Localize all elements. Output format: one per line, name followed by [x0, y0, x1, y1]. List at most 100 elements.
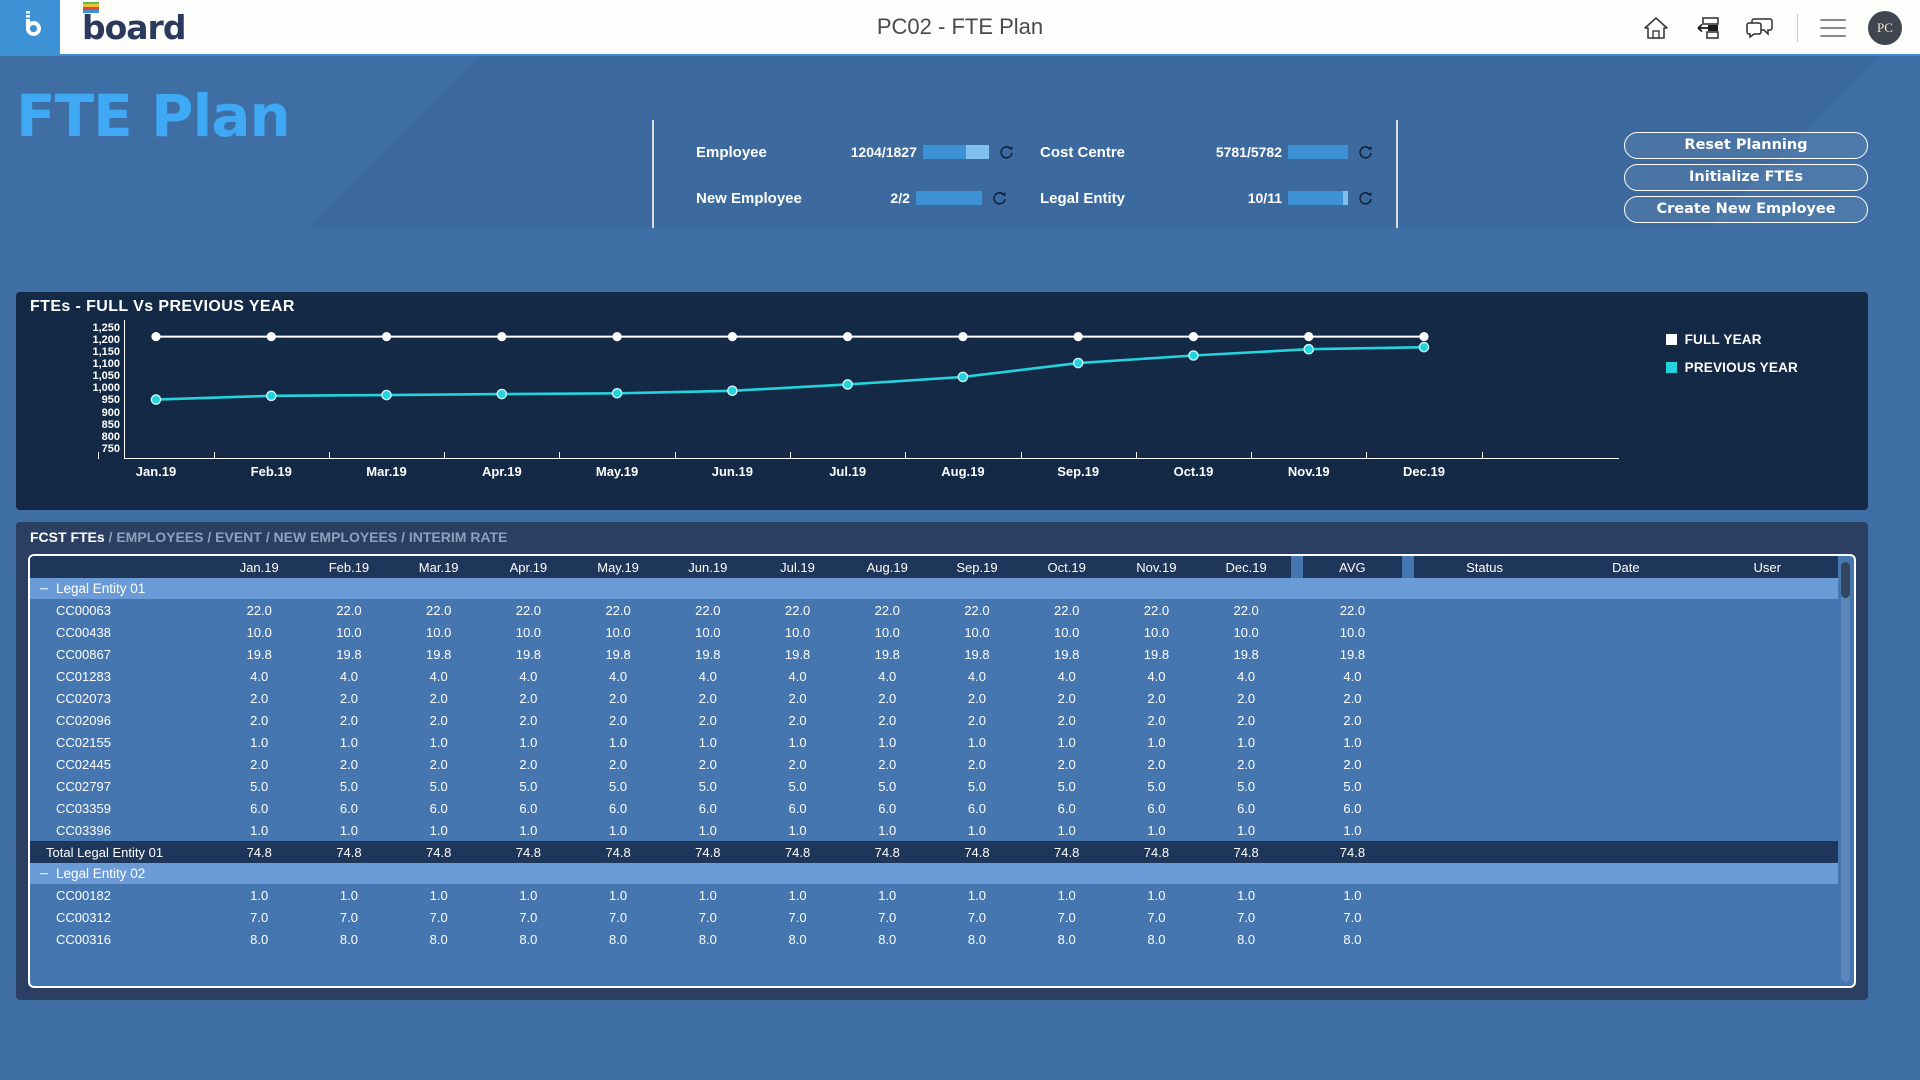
table-row[interactable]: CC00867 19.8 19.8 19.8 19.8 19.8 19.8 19.8 19.8 1…	[30, 643, 1838, 665]
cell-month-value[interactable]: 22.0	[752, 599, 843, 621]
chart-data-point[interactable]	[612, 332, 622, 342]
cell-month-value[interactable]: 8.0	[662, 928, 753, 950]
chart-data-point[interactable]	[266, 332, 276, 342]
cell-month-value[interactable]: 2.0	[573, 753, 663, 775]
table-row[interactable]: CC00316 8.0 8.0 8.0 8.0 8.0 8.0 8.0 8.0 8.0 8.0 8.0…	[30, 928, 1838, 950]
cell-month-value[interactable]: 2.0	[1201, 709, 1291, 731]
cell-month-value[interactable]: 1.0	[214, 884, 305, 906]
column-header-month[interactable]: Sep.19	[932, 556, 1022, 578]
cell-month-value[interactable]: 4.0	[304, 665, 394, 687]
cell-month-value[interactable]: 1.0	[304, 884, 394, 906]
cell-month-value[interactable]: 2.0	[214, 709, 305, 731]
cell-month-value[interactable]: 1.0	[393, 884, 484, 906]
cell-month-value[interactable]: 19.8	[1111, 643, 1202, 665]
cell-month-value[interactable]: 1.0	[752, 884, 843, 906]
cell-month-value[interactable]: 2.0	[1021, 709, 1112, 731]
create-new-employee-button[interactable]: Create New Employee	[1624, 196, 1868, 223]
column-header-month[interactable]: Oct.19	[1021, 556, 1112, 578]
table-row[interactable]: CC03359 6.0 6.0 6.0 6.0 6.0 6.0 6.0 6.0 6.0 6.0 6.0…	[30, 797, 1838, 819]
cell-month-value[interactable]: 5.0	[1111, 775, 1202, 797]
chart-data-point[interactable]	[957, 371, 969, 383]
chart-data-point[interactable]	[497, 332, 507, 342]
column-header-avg[interactable]: AVG	[1303, 556, 1402, 578]
column-header-month[interactable]: Jun.19	[662, 556, 753, 578]
cell-month-value[interactable]: 5.0	[1021, 775, 1112, 797]
cell-month-value[interactable]: 1.0	[1111, 819, 1202, 841]
chart-data-point[interactable]	[1303, 343, 1315, 355]
selector-employee[interactable]: Employee 1204/1827	[696, 138, 1015, 166]
cell-month-value[interactable]: 6.0	[752, 797, 843, 819]
cell-month-value[interactable]: 4.0	[1111, 665, 1202, 687]
cell-month-value[interactable]: 19.8	[573, 643, 663, 665]
cell-month-value[interactable]: 1.0	[1021, 731, 1112, 753]
app-logo-tile[interactable]	[0, 0, 60, 55]
chart-data-point[interactable]	[843, 332, 853, 342]
cell-month-value[interactable]: 4.0	[1021, 665, 1112, 687]
cell-month-value[interactable]: 5.0	[932, 775, 1022, 797]
cell-month-value[interactable]: 10.0	[1201, 621, 1291, 643]
cell-month-value[interactable]: 1.0	[662, 884, 753, 906]
cell-month-value[interactable]: 1.0	[752, 819, 843, 841]
cell-month-value[interactable]: 2.0	[662, 709, 753, 731]
cell-month-value[interactable]: 4.0	[483, 665, 574, 687]
cell-month-value[interactable]: 19.8	[662, 643, 753, 665]
cell-month-value[interactable]: 22.0	[662, 599, 753, 621]
cell-month-value[interactable]: 7.0	[393, 906, 484, 928]
chart-data-point[interactable]	[1188, 332, 1199, 342]
cell-month-value[interactable]: 10.0	[1021, 621, 1112, 643]
cell-month-value[interactable]: 2.0	[393, 709, 484, 731]
chart-data-point[interactable]	[265, 390, 277, 402]
data-grid[interactable]: Jan.19 Feb.19 Mar.19 Apr.19 May.19 Jun.19 Jul.…	[28, 554, 1856, 988]
cell-month-value[interactable]: 2.0	[932, 753, 1022, 775]
cell-month-value[interactable]: 2.0	[573, 687, 663, 709]
cell-month-value[interactable]: 2.0	[1111, 709, 1202, 731]
collapse-icon[interactable]	[40, 587, 48, 590]
cell-month-value[interactable]: 2.0	[662, 687, 753, 709]
chart-data-point[interactable]	[496, 388, 508, 400]
table-row[interactable]: CC00063 22.0 22.0 22.0 22.0 22.0 22.0 22.0 22.0 2…	[30, 599, 1838, 621]
reset-icon[interactable]	[999, 144, 1015, 160]
cell-month-value[interactable]: 22.0	[1021, 599, 1112, 621]
cell-month-value[interactable]: 1.0	[573, 731, 663, 753]
avatar[interactable]: PC	[1868, 11, 1902, 45]
cell-month-value[interactable]: 2.0	[393, 687, 484, 709]
cell-month-value[interactable]: 1.0	[304, 819, 394, 841]
cell-month-value[interactable]: 7.0	[662, 906, 753, 928]
column-header-meta[interactable]: Date	[1555, 556, 1697, 578]
cell-month-value[interactable]: 1.0	[1201, 884, 1291, 906]
cell-month-value[interactable]: 8.0	[214, 928, 305, 950]
table-row[interactable]: CC01283 4.0 4.0 4.0 4.0 4.0 4.0 4.0 4.0 4.0 4.0 4.0…	[30, 665, 1838, 687]
column-header-meta[interactable]: Status	[1413, 556, 1556, 578]
dashboard-icon[interactable]	[1693, 13, 1723, 43]
cell-month-value[interactable]: 4.0	[573, 665, 663, 687]
cell-month-value[interactable]: 10.0	[304, 621, 394, 643]
table-row[interactable]: CC02797 5.0 5.0 5.0 5.0 5.0 5.0 5.0 5.0 5.0 5.0 5.0…	[30, 775, 1838, 797]
cell-month-value[interactable]: 5.0	[662, 775, 753, 797]
breadcrumb-item[interactable]: INTERIM RATE	[409, 529, 508, 545]
chart-data-point[interactable]	[727, 385, 738, 397]
cell-month-value[interactable]: 2.0	[483, 709, 574, 731]
cell-month-value[interactable]: 1.0	[483, 731, 574, 753]
breadcrumb-item[interactable]: NEW EMPLOYEES	[274, 529, 398, 545]
breadcrumb-item[interactable]: EVENT	[215, 529, 262, 545]
cell-month-value[interactable]: 10.0	[214, 621, 305, 643]
cell-month-value[interactable]: 2.0	[752, 753, 843, 775]
cell-month-value[interactable]: 2.0	[752, 709, 843, 731]
cell-month-value[interactable]: 19.8	[393, 643, 484, 665]
chart-data-point[interactable]	[381, 389, 392, 401]
cell-month-value[interactable]: 1.0	[932, 884, 1022, 906]
cell-month-value[interactable]: 6.0	[393, 797, 484, 819]
cell-month-value[interactable]: 1.0	[1201, 819, 1291, 841]
cell-month-value[interactable]: 6.0	[304, 797, 394, 819]
cell-month-value[interactable]: 1.0	[1201, 731, 1291, 753]
cell-month-value[interactable]: 4.0	[752, 665, 843, 687]
cell-month-value[interactable]: 1.0	[214, 731, 305, 753]
table-row[interactable]: CC02155 1.0 1.0 1.0 1.0 1.0 1.0 1.0 1.0 1.0 1.0 1.0…	[30, 731, 1838, 753]
cell-month-value[interactable]: 7.0	[1201, 906, 1291, 928]
cell-month-value[interactable]: 8.0	[752, 928, 843, 950]
selector-legal-entity[interactable]: Legal Entity 10/11	[1040, 184, 1374, 212]
chart-data-point[interactable]	[1073, 332, 1083, 342]
cell-month-value[interactable]: 7.0	[1021, 906, 1112, 928]
cell-month-value[interactable]: 22.0	[1111, 599, 1202, 621]
cell-month-value[interactable]: 19.8	[932, 643, 1022, 665]
